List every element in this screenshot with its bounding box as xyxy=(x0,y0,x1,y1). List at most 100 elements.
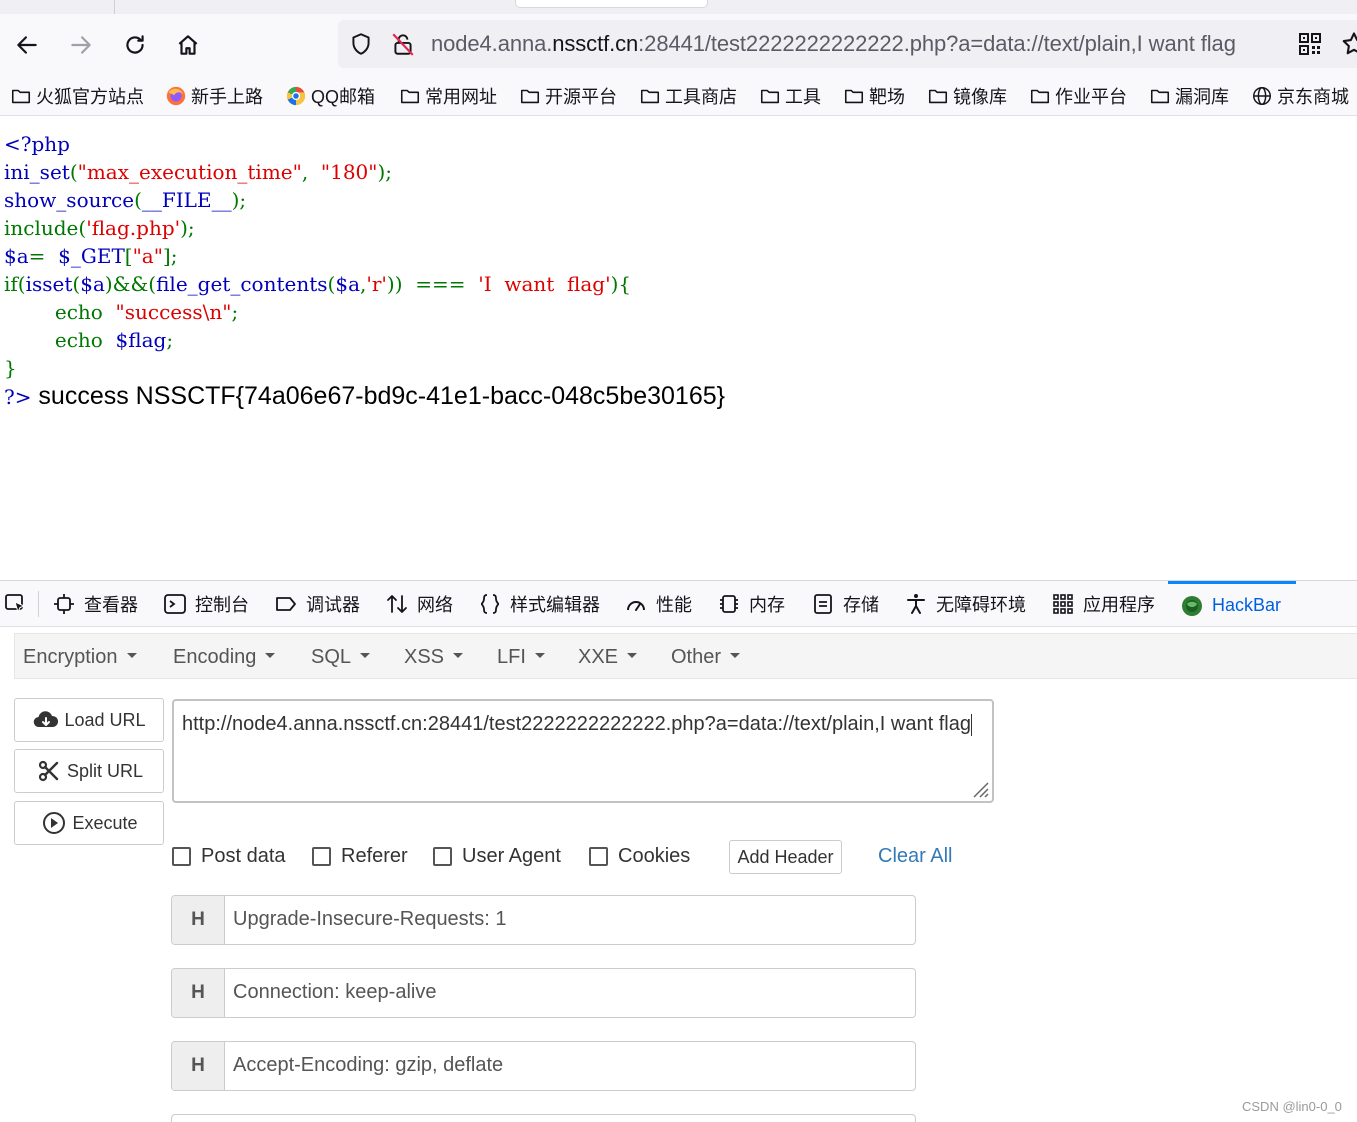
checkbox-box[interactable] xyxy=(433,847,452,866)
hackbar-menu: Encryption Encoding SQL XSS LFI XXE Othe… xyxy=(14,633,1357,679)
checkbox-box[interactable] xyxy=(172,847,191,866)
bookmark-star-icon[interactable] xyxy=(1340,30,1357,58)
header-value[interactable]: Connection: keep-alive xyxy=(233,981,436,1004)
home-button[interactable] xyxy=(171,28,205,62)
tab-console[interactable]: 控制台 xyxy=(163,581,249,627)
element-picker-icon xyxy=(5,594,26,614)
bookmark-item[interactable]: 京东商城 xyxy=(1251,82,1349,110)
caret-down-icon xyxy=(730,653,741,659)
tab-label: HackBar xyxy=(1212,595,1282,615)
bookmark-label: QQ邮箱 xyxy=(311,87,376,107)
menu-xxe[interactable]: XXE xyxy=(578,646,638,669)
menu-lfi[interactable]: LFI xyxy=(497,646,545,669)
folder-icon xyxy=(640,89,660,104)
bookmark-item[interactable]: 靶场 xyxy=(843,82,905,110)
split-url-button[interactable]: Split URL xyxy=(14,749,164,793)
tab-label: 网络 xyxy=(417,595,453,615)
bookmark-label: 工具 xyxy=(785,87,821,107)
scissors-icon xyxy=(38,760,59,782)
tab-inspector[interactable]: 查看器 xyxy=(52,581,138,627)
tab-storage[interactable]: 存储 xyxy=(811,581,879,627)
url-bar[interactable]: node4.anna.nssctf.cn:28441/test222222222… xyxy=(338,20,1357,68)
bookmark-label: 作业平台 xyxy=(1055,87,1127,107)
resize-handle-icon[interactable] xyxy=(968,777,990,799)
forward-button[interactable] xyxy=(64,28,98,62)
menu-encryption[interactable]: Encryption xyxy=(23,646,137,669)
checkbox-label: Post data xyxy=(201,845,286,867)
header-value[interactable]: Upgrade-Insecure-Requests: 1 xyxy=(233,908,506,931)
arrow-left-icon xyxy=(17,36,37,54)
bookmark-item[interactable]: 新手上路 xyxy=(165,82,263,110)
folder-icon xyxy=(1150,89,1170,104)
bookmark-label: 常用网址 xyxy=(425,87,497,107)
insecure-lock-icon[interactable] xyxy=(390,31,416,57)
url-textarea-value: http://node4.anna.nssctf.cn:28441/test22… xyxy=(182,713,971,735)
menu-xss[interactable]: XSS xyxy=(404,646,464,669)
bookmark-item[interactable]: 漏洞库 xyxy=(1149,82,1229,110)
bookmark-label: 新手上路 xyxy=(191,87,263,107)
tab-label: 调试器 xyxy=(306,595,360,615)
header-row[interactable]: H Connection: keep-alive xyxy=(171,968,916,1018)
firefox-icon xyxy=(166,86,186,106)
menu-other[interactable]: Other xyxy=(671,646,741,669)
load-url-button[interactable]: Load URL xyxy=(14,698,164,742)
user-agent-checkbox[interactable]: User Agent xyxy=(433,845,561,868)
menu-encoding[interactable]: Encoding xyxy=(173,646,276,669)
bookmark-label: 开源平台 xyxy=(545,87,617,107)
globe-icon xyxy=(1253,87,1271,105)
menu-sql[interactable]: SQL xyxy=(311,646,371,669)
bookmark-item[interactable]: 常用网址 xyxy=(399,82,497,110)
header-key-badge: H xyxy=(172,896,225,944)
qr-code-icon[interactable] xyxy=(1298,32,1322,56)
bookmark-item[interactable]: 开源平台 xyxy=(519,82,617,110)
tab-accessibility[interactable]: 无障碍环境 xyxy=(904,581,1026,627)
clear-all-link[interactable]: Clear All xyxy=(878,845,952,868)
bookmark-item[interactable]: 作业平台 xyxy=(1029,82,1127,110)
bookmark-label: 漏洞库 xyxy=(1175,87,1229,107)
referer-checkbox[interactable]: Referer xyxy=(312,845,408,868)
tab-style-editor[interactable]: 样式编辑器 xyxy=(478,581,600,627)
url-textarea[interactable]: http://node4.anna.nssctf.cn:28441/test22… xyxy=(172,699,994,803)
execute-button[interactable]: Execute xyxy=(14,801,164,845)
shield-icon[interactable] xyxy=(348,31,374,57)
header-value[interactable]: Accept-Encoding: gzip, deflate xyxy=(233,1054,503,1077)
bookmark-item[interactable]: 火狐官方站点 xyxy=(10,82,144,110)
reload-button[interactable] xyxy=(118,28,152,62)
tab-label: 内存 xyxy=(749,595,785,615)
tab-application[interactable]: 应用程序 xyxy=(1051,581,1155,627)
bookmark-item[interactable]: 工具商店 xyxy=(639,82,737,110)
qqmail-icon xyxy=(286,86,306,106)
bookmark-item[interactable]: QQ邮箱 xyxy=(285,82,375,110)
tab-network[interactable]: 网络 xyxy=(385,581,453,627)
bookmark-label: 镜像库 xyxy=(953,87,1007,107)
header-row[interactable]: H Accept-Encoding: gzip, deflate xyxy=(171,1041,916,1091)
back-button[interactable] xyxy=(10,28,44,62)
add-header-button[interactable]: Add Header xyxy=(729,840,842,874)
bookmark-item[interactable]: 工具 xyxy=(759,82,821,110)
element-picker-button[interactable] xyxy=(4,581,36,627)
tab-memory[interactable]: 内存 xyxy=(717,581,785,627)
split-url-label: Split URL xyxy=(66,760,144,781)
header-row[interactable]: H Upgrade-Insecure-Requests: 1 xyxy=(171,895,916,945)
checkbox-box[interactable] xyxy=(312,847,331,866)
bookmark-label: 火狐官方站点 xyxy=(36,87,144,107)
url-text[interactable]: node4.anna.nssctf.cn:28441/test222222222… xyxy=(431,31,1236,57)
tab-debugger[interactable]: 调试器 xyxy=(274,581,360,627)
arrow-right-icon xyxy=(71,36,91,54)
checkbox-label: User Agent xyxy=(462,845,561,867)
console-icon xyxy=(164,594,186,614)
inspector-icon xyxy=(54,594,74,614)
cookies-checkbox[interactable]: Cookies xyxy=(589,845,690,868)
active-tab[interactable] xyxy=(515,0,708,8)
tab-performance[interactable]: 性能 xyxy=(624,581,692,627)
bookmark-label: 京东商城 xyxy=(1277,87,1349,107)
tab-separator xyxy=(38,591,39,617)
tab-label: 查看器 xyxy=(84,595,138,615)
tab-label: 无障碍环境 xyxy=(936,595,1026,615)
tab-label: 控制台 xyxy=(195,595,249,615)
post-data-checkbox[interactable]: Post data xyxy=(172,845,286,868)
checkbox-box[interactable] xyxy=(589,847,608,866)
home-icon xyxy=(178,35,198,55)
bookmark-item[interactable]: 镜像库 xyxy=(927,82,1007,110)
tab-hackbar[interactable]: HackBar xyxy=(1168,581,1296,627)
